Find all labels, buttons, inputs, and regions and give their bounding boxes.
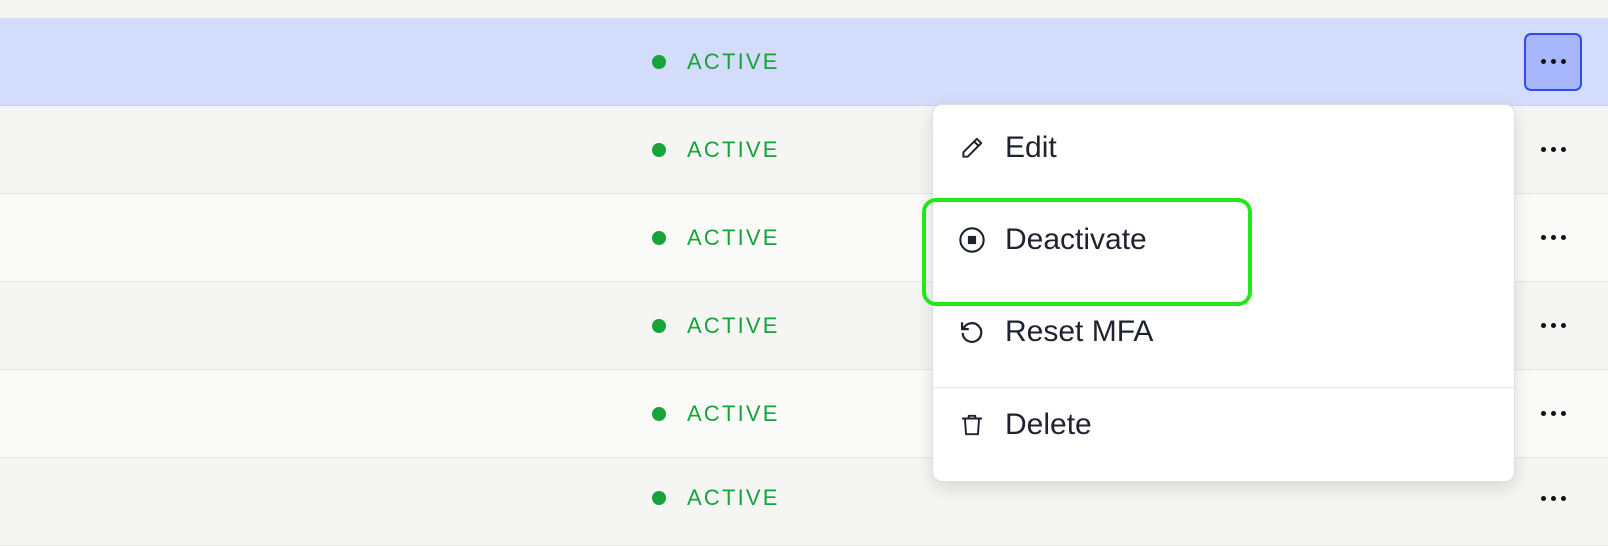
more-horizontal-icon bbox=[1540, 59, 1566, 64]
status-badge: ACTIVE bbox=[652, 401, 780, 427]
status-text: ACTIVE bbox=[687, 312, 780, 338]
status-dot-icon bbox=[652, 230, 666, 245]
menu-item-reset-mfa[interactable]: Reset MFA bbox=[957, 315, 1153, 349]
row-actions-button[interactable] bbox=[1524, 209, 1582, 267]
status-badge: ACTIVE bbox=[652, 49, 780, 75]
status-badge: ACTIVE bbox=[652, 485, 780, 511]
more-horizontal-icon bbox=[1540, 323, 1566, 328]
row-actions-button[interactable] bbox=[1524, 385, 1582, 443]
row-actions-menu: Edit Deactivate Reset MFA Delete bbox=[932, 104, 1515, 482]
menu-divider bbox=[933, 387, 1514, 388]
status-dot-icon bbox=[652, 491, 666, 505]
menu-item-delete[interactable]: Delete bbox=[957, 408, 1092, 442]
status-dot-icon bbox=[652, 54, 666, 69]
trash-icon bbox=[957, 410, 987, 440]
status-text: ACTIVE bbox=[687, 224, 780, 250]
table-row[interactable]: ACTIVE bbox=[0, 18, 1608, 106]
menu-item-label: Edit bbox=[1005, 131, 1057, 164]
status-text: ACTIVE bbox=[687, 48, 780, 74]
stop-circle-icon bbox=[957, 225, 987, 255]
status-badge: ACTIVE bbox=[652, 225, 780, 251]
status-dot-icon bbox=[652, 318, 666, 333]
status-badge: ACTIVE bbox=[652, 137, 780, 163]
more-horizontal-icon bbox=[1540, 235, 1566, 240]
menu-item-edit[interactable]: Edit bbox=[957, 131, 1057, 165]
status-text: ACTIVE bbox=[687, 485, 780, 510]
menu-item-label: Delete bbox=[1005, 408, 1092, 441]
menu-item-label: Deactivate bbox=[1005, 223, 1147, 256]
status-badge: ACTIVE bbox=[652, 313, 780, 339]
status-text: ACTIVE bbox=[687, 136, 780, 162]
status-dot-icon bbox=[652, 406, 666, 421]
row-actions-button[interactable] bbox=[1524, 32, 1582, 91]
more-horizontal-icon bbox=[1540, 411, 1566, 416]
table-top-strip bbox=[0, 0, 1608, 18]
pencil-icon bbox=[957, 133, 987, 163]
more-horizontal-icon bbox=[1540, 147, 1566, 152]
row-actions-button[interactable] bbox=[1524, 297, 1582, 355]
status-text: ACTIVE bbox=[687, 400, 780, 426]
row-actions-button[interactable] bbox=[1524, 469, 1582, 527]
refresh-icon bbox=[957, 317, 987, 347]
menu-item-deactivate[interactable]: Deactivate bbox=[957, 223, 1147, 257]
row-actions-button[interactable] bbox=[1524, 121, 1582, 179]
menu-item-label: Reset MFA bbox=[1005, 315, 1154, 348]
status-dot-icon bbox=[652, 142, 666, 157]
more-horizontal-icon bbox=[1540, 495, 1566, 501]
